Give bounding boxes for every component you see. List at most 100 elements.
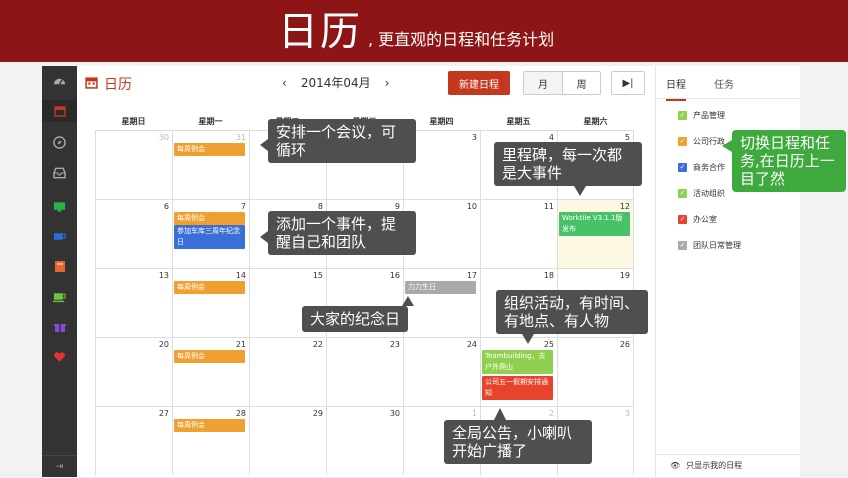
- day-number: 8: [317, 202, 323, 211]
- eye-icon: 👁: [670, 461, 681, 470]
- gift-icon[interactable]: [50, 317, 69, 336]
- day-cell[interactable]: 30: [95, 130, 172, 199]
- day-number: 15: [312, 271, 323, 280]
- tooltip-announcement: 全局公告，小喇叭开始广播了: [444, 408, 592, 464]
- day-cell[interactable]: 26: [557, 337, 634, 406]
- day-number: 27: [158, 409, 169, 418]
- day-cell[interactable]: 31: [172, 130, 249, 199]
- category-item[interactable]: ✓ 公司行政: [678, 136, 725, 147]
- calendar-event[interactable]: 每周例会: [174, 143, 245, 156]
- calendar-event[interactable]: 每周例会: [174, 350, 245, 363]
- day-cell[interactable]: 23: [326, 337, 403, 406]
- day-cell[interactable]: 30: [326, 406, 403, 475]
- category-item[interactable]: ✓ 团队日常管理: [678, 240, 741, 251]
- calendar-event[interactable]: 每周例会: [174, 419, 245, 432]
- current-month: 2014年04月: [300, 76, 371, 90]
- day-cell[interactable]: 22: [249, 337, 326, 406]
- day-number: 4: [548, 133, 554, 142]
- checkbox-icon[interactable]: ✓: [678, 241, 687, 250]
- checkbox-icon[interactable]: ✓: [678, 111, 687, 120]
- panel-footer-divider: [656, 454, 801, 455]
- show-mine-label: 只显示我的日程: [686, 461, 743, 470]
- day-cell[interactable]: 28: [172, 406, 249, 475]
- day-number: 24: [466, 340, 477, 349]
- show-mine-toggle[interactable]: 👁 只显示我的日程: [670, 460, 742, 471]
- inbox-icon[interactable]: [50, 163, 69, 182]
- day-number: 18: [543, 271, 554, 280]
- day-cell[interactable]: 6: [95, 199, 172, 268]
- checkbox-icon[interactable]: ✓: [678, 215, 687, 224]
- category-item[interactable]: ✓ 产品管理: [678, 110, 725, 121]
- category-item[interactable]: ✓ 办公室: [678, 214, 717, 225]
- day-cell[interactable]: 21: [172, 337, 249, 406]
- day-number: 29: [312, 409, 323, 418]
- view-switcher: 月 周: [523, 71, 601, 95]
- new-schedule-button[interactable]: 新建日程: [448, 71, 510, 95]
- day-cell[interactable]: 24: [403, 337, 480, 406]
- day-cell[interactable]: 17: [403, 268, 480, 337]
- category-item[interactable]: ✓ 活动组织: [678, 188, 725, 199]
- category-item[interactable]: ✓ 商务合作: [678, 162, 725, 173]
- monitor-icon[interactable]: [50, 197, 69, 216]
- coffee-cup-icon[interactable]: [50, 227, 69, 246]
- tooltip-anniversary-text: 大家的纪念日: [310, 310, 401, 328]
- cup-icon[interactable]: [50, 287, 69, 306]
- calendar-icon[interactable]: [42, 100, 77, 122]
- day-cell[interactable]: 13: [95, 268, 172, 337]
- month-nav: ‹ 2014年04月 ›: [282, 74, 389, 91]
- collapse-sidebar-icon[interactable]: ⇥: [42, 455, 77, 477]
- heart-icon[interactable]: [50, 347, 69, 366]
- day-number: 10: [466, 202, 477, 211]
- next-month-icon[interactable]: ›: [385, 76, 390, 90]
- sidebar: ⇥: [42, 66, 77, 477]
- day-number: 19: [619, 271, 630, 280]
- day-number: 7: [240, 202, 246, 211]
- day-number: 22: [312, 340, 323, 349]
- tooltip-event-text: 添加一个事件，提醒自己和团队: [276, 215, 397, 251]
- day-number: 3: [471, 133, 477, 142]
- day-number: 16: [389, 271, 400, 280]
- checkbox-icon[interactable]: ✓: [678, 189, 687, 198]
- prev-month-icon[interactable]: ‹: [282, 76, 287, 90]
- month-view-button[interactable]: 月: [524, 72, 562, 94]
- day-cell[interactable]: 27: [95, 406, 172, 475]
- day-number: 9: [394, 202, 400, 211]
- calendar-event[interactable]: Worktile V3.1.1版发布: [559, 212, 630, 236]
- day-cell[interactable]: 14: [172, 268, 249, 337]
- day-number: 26: [619, 340, 630, 349]
- calendar-title-icon: [85, 76, 98, 93]
- dashboard-icon[interactable]: [50, 72, 69, 91]
- day-number: 14: [235, 271, 246, 280]
- day-number: 13: [158, 271, 169, 280]
- day-number: 28: [235, 409, 246, 418]
- day-cell[interactable]: 29: [249, 406, 326, 475]
- day-number: 5: [624, 133, 630, 142]
- calendar-event[interactable]: 公司五一假期安排通知: [482, 376, 553, 400]
- banner-subtitle: , 更直观的日程和任务计划: [368, 30, 555, 49]
- day-cell[interactable]: 20: [95, 337, 172, 406]
- category-label: 办公室: [693, 215, 717, 224]
- skip-forward-button[interactable]: ▶|: [611, 71, 645, 95]
- checkbox-icon[interactable]: ✓: [678, 163, 687, 172]
- calendar-event[interactable]: 每周例会: [174, 212, 245, 225]
- week-view-button[interactable]: 周: [562, 72, 600, 94]
- tooltip-activity: 组织活动，有时间、有地点、有人物: [496, 290, 648, 344]
- compass-icon[interactable]: [50, 133, 69, 152]
- tooltip-milestone-text: 里程碑，每一次都是大事件: [502, 146, 623, 182]
- category-label: 商务合作: [693, 163, 725, 172]
- category-label: 团队日常管理: [693, 241, 741, 250]
- tooltip-activity-text: 组织活动，有时间、有地点、有人物: [504, 294, 640, 330]
- checkbox-icon[interactable]: ✓: [678, 137, 687, 146]
- calendar-event[interactable]: 参加车库三周年纪念日: [174, 225, 245, 249]
- tooltip-milestone: 里程碑，每一次都是大事件: [494, 142, 642, 196]
- category-label: 产品管理: [693, 111, 725, 120]
- day-cell[interactable]: 11: [480, 199, 557, 268]
- calendar-event[interactable]: Teambuilding，去户外爬山: [482, 350, 553, 374]
- tooltip-anniversary: 大家的纪念日: [302, 296, 414, 332]
- calendar-event[interactable]: 力力生日: [405, 281, 476, 294]
- calendar-event[interactable]: 每周例会: [174, 281, 245, 294]
- day-number: 2: [548, 409, 554, 418]
- book-icon[interactable]: [50, 257, 69, 276]
- weekday-header: 星期一: [198, 117, 223, 126]
- day-number: 31: [235, 133, 246, 142]
